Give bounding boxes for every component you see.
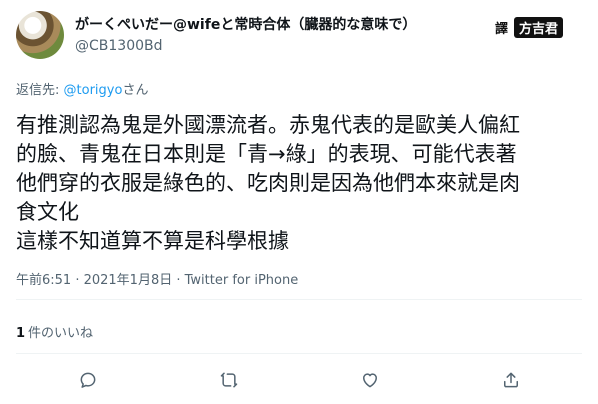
tweet-meta: 午前6:51 · 2021年1月8日 · Twitter for iPhone: [16, 269, 298, 288]
author-display-name[interactable]: がーくぺいだー@wifeと常時合体（臓器的な意味で）: [75, 14, 416, 34]
watermark-name: 方吉君: [514, 17, 564, 38]
reply-to-suffix: さん: [122, 83, 149, 98]
meta-separator: ·: [176, 273, 185, 288]
avatar[interactable]: [16, 11, 64, 59]
tweet-timestamp[interactable]: 午前6:51 · 2021年1月8日: [16, 273, 172, 288]
translator-watermark: 譯方吉君: [495, 17, 564, 38]
reply-button[interactable]: [77, 369, 99, 391]
share-button[interactable]: [500, 369, 522, 391]
watermark-prefix: 譯: [495, 22, 509, 37]
author-handle[interactable]: @CB1300Bd: [75, 38, 163, 54]
like-icon: [363, 373, 377, 388]
divider: [16, 299, 582, 300]
reply-icon: [80, 372, 96, 388]
tweet-text: 有推測認為鬼是外國漂流者。赤鬼代表的是歐美人偏紅 的臉、青鬼在日本則是「青→綠」…: [16, 113, 520, 253]
reply-to-line: 返信先: @torigyoさん: [16, 79, 148, 98]
likes-count: 1: [16, 326, 26, 341]
divider: [16, 353, 582, 354]
like-button[interactable]: [359, 369, 381, 391]
reply-to-label: 返信先:: [16, 83, 60, 98]
likes-label: 件のいいね: [28, 326, 94, 341]
tweet-source[interactable]: Twitter for iPhone: [185, 273, 299, 288]
reply-mention-link[interactable]: @torigyo: [64, 83, 123, 98]
share-icon: [504, 372, 518, 388]
likes-stat[interactable]: 1 件のいいね: [16, 322, 93, 341]
retweet-icon: [220, 372, 238, 388]
tweet-actions-bar: [0, 369, 598, 391]
retweet-button[interactable]: [218, 369, 240, 391]
